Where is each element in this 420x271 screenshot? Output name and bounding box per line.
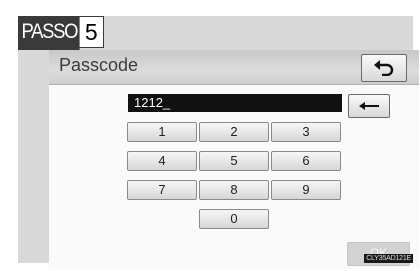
return-arrow-icon [374, 60, 394, 76]
key-6[interactable]: 6 [271, 151, 341, 171]
key-1[interactable]: 1 [127, 122, 197, 142]
passcode-display: 1212_ [128, 94, 342, 112]
key-5[interactable]: 5 [199, 151, 269, 171]
back-button[interactable] [361, 54, 407, 82]
key-9[interactable]: 9 [271, 180, 341, 200]
section-label: PASSO [18, 16, 80, 50]
key-8[interactable]: 8 [199, 180, 269, 200]
key-2[interactable]: 2 [199, 122, 269, 142]
left-arrow-icon [359, 102, 379, 110]
step-badge: PASSO 5 [18, 16, 105, 50]
step-number: 5 [78, 16, 105, 48]
figure-code: CLY35AD121E [364, 254, 413, 263]
screenshot-frame: PASSO 5 Passcode 1212_ 1 2 3 4 5 6 7 8 9 [18, 16, 419, 269]
key-4[interactable]: 4 [127, 151, 197, 171]
key-3[interactable]: 3 [271, 122, 341, 142]
backspace-button[interactable] [348, 94, 390, 118]
key-7[interactable]: 7 [127, 180, 197, 200]
passcode-screen: Passcode 1212_ 1 2 3 4 5 6 7 8 9 0 OK [49, 50, 419, 269]
key-0[interactable]: 0 [199, 209, 269, 229]
page-title: Passcode [59, 55, 139, 75]
title-bar: Passcode [49, 50, 419, 85]
